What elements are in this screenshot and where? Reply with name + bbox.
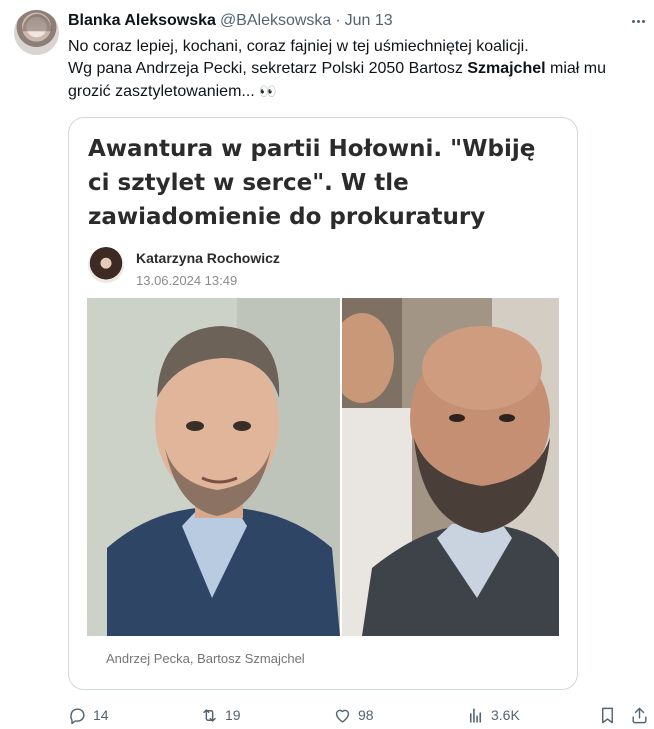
separator-dot: · bbox=[335, 12, 341, 29]
article-photo-left bbox=[87, 298, 340, 636]
bookmark-icon bbox=[601, 707, 613, 723]
tweet-actions: 14 19 98 3.6K bbox=[0, 700, 654, 729]
embedded-article-card[interactable]: Awantura w partii Hołowni. "Wbiję ci szt… bbox=[68, 117, 578, 690]
article-title: Awantura w partii Hołowni. "Wbiję ci szt… bbox=[88, 136, 536, 230]
tweet-date[interactable]: Jun 13 bbox=[345, 12, 393, 30]
portrait-illustration-left bbox=[87, 298, 340, 636]
views-button[interactable]: 3.6K bbox=[466, 704, 520, 726]
tweet-text-segment: grozić zasztyletowaniem... bbox=[68, 83, 255, 100]
photo-caption: Andrzej Pecka, Bartosz Szmajchel bbox=[106, 651, 305, 666]
like-button[interactable]: 98 bbox=[333, 704, 374, 726]
repost-button[interactable]: 19 bbox=[200, 704, 241, 726]
heart-icon bbox=[335, 709, 350, 723]
tweet-text-line-1: No coraz lepiej, kochani, coraz fajniej … bbox=[68, 38, 529, 55]
eyes-emoji: 👀 bbox=[259, 83, 276, 99]
repost-count: 19 bbox=[225, 707, 241, 723]
reply-icon bbox=[70, 707, 85, 724]
tweet-text-segment: miał mu bbox=[545, 60, 607, 77]
article-photo-right bbox=[342, 298, 559, 636]
user-handle[interactable]: @BAleksowska bbox=[220, 12, 331, 30]
share-icon bbox=[631, 707, 647, 723]
display-name[interactable]: Blanka Aleksowska bbox=[68, 12, 216, 30]
views-bar-chart-icon bbox=[469, 707, 482, 723]
author-name: Katarzyna Rochowicz bbox=[136, 250, 280, 266]
user-avatar[interactable] bbox=[14, 10, 59, 55]
author-avatar bbox=[88, 247, 124, 283]
reply-count: 14 bbox=[93, 707, 109, 723]
more-icon[interactable] bbox=[628, 12, 648, 30]
tweet-text-segment: Wg pana Andrzeja Pecki, sekretarz Polski… bbox=[68, 60, 468, 77]
views-count: 3.6K bbox=[491, 707, 520, 723]
tweet-header: Blanka Aleksowska @BAleksowska · Jun 13 bbox=[68, 11, 393, 31]
portrait-illustration-right bbox=[342, 298, 559, 636]
tweet-text: No coraz lepiej, kochani, coraz fajniej … bbox=[68, 36, 648, 103]
tweet-text-line-3: grozić zasztyletowaniem... 👀 bbox=[68, 80, 648, 103]
bookmark-button[interactable] bbox=[596, 704, 618, 726]
reply-button[interactable]: 14 bbox=[68, 704, 109, 726]
tweet: Blanka Aleksowska @BAleksowska · Jun 13 … bbox=[0, 0, 654, 729]
tweet-text-bold: Szmajchel bbox=[467, 60, 546, 77]
like-count: 98 bbox=[358, 707, 374, 723]
repost-icon bbox=[203, 708, 216, 722]
share-button[interactable] bbox=[628, 704, 650, 726]
tweet-text-line-2: Wg pana Andrzeja Pecki, sekretarz Polski… bbox=[68, 58, 648, 80]
article-date: 13.06.2024 13:49 bbox=[136, 273, 238, 288]
